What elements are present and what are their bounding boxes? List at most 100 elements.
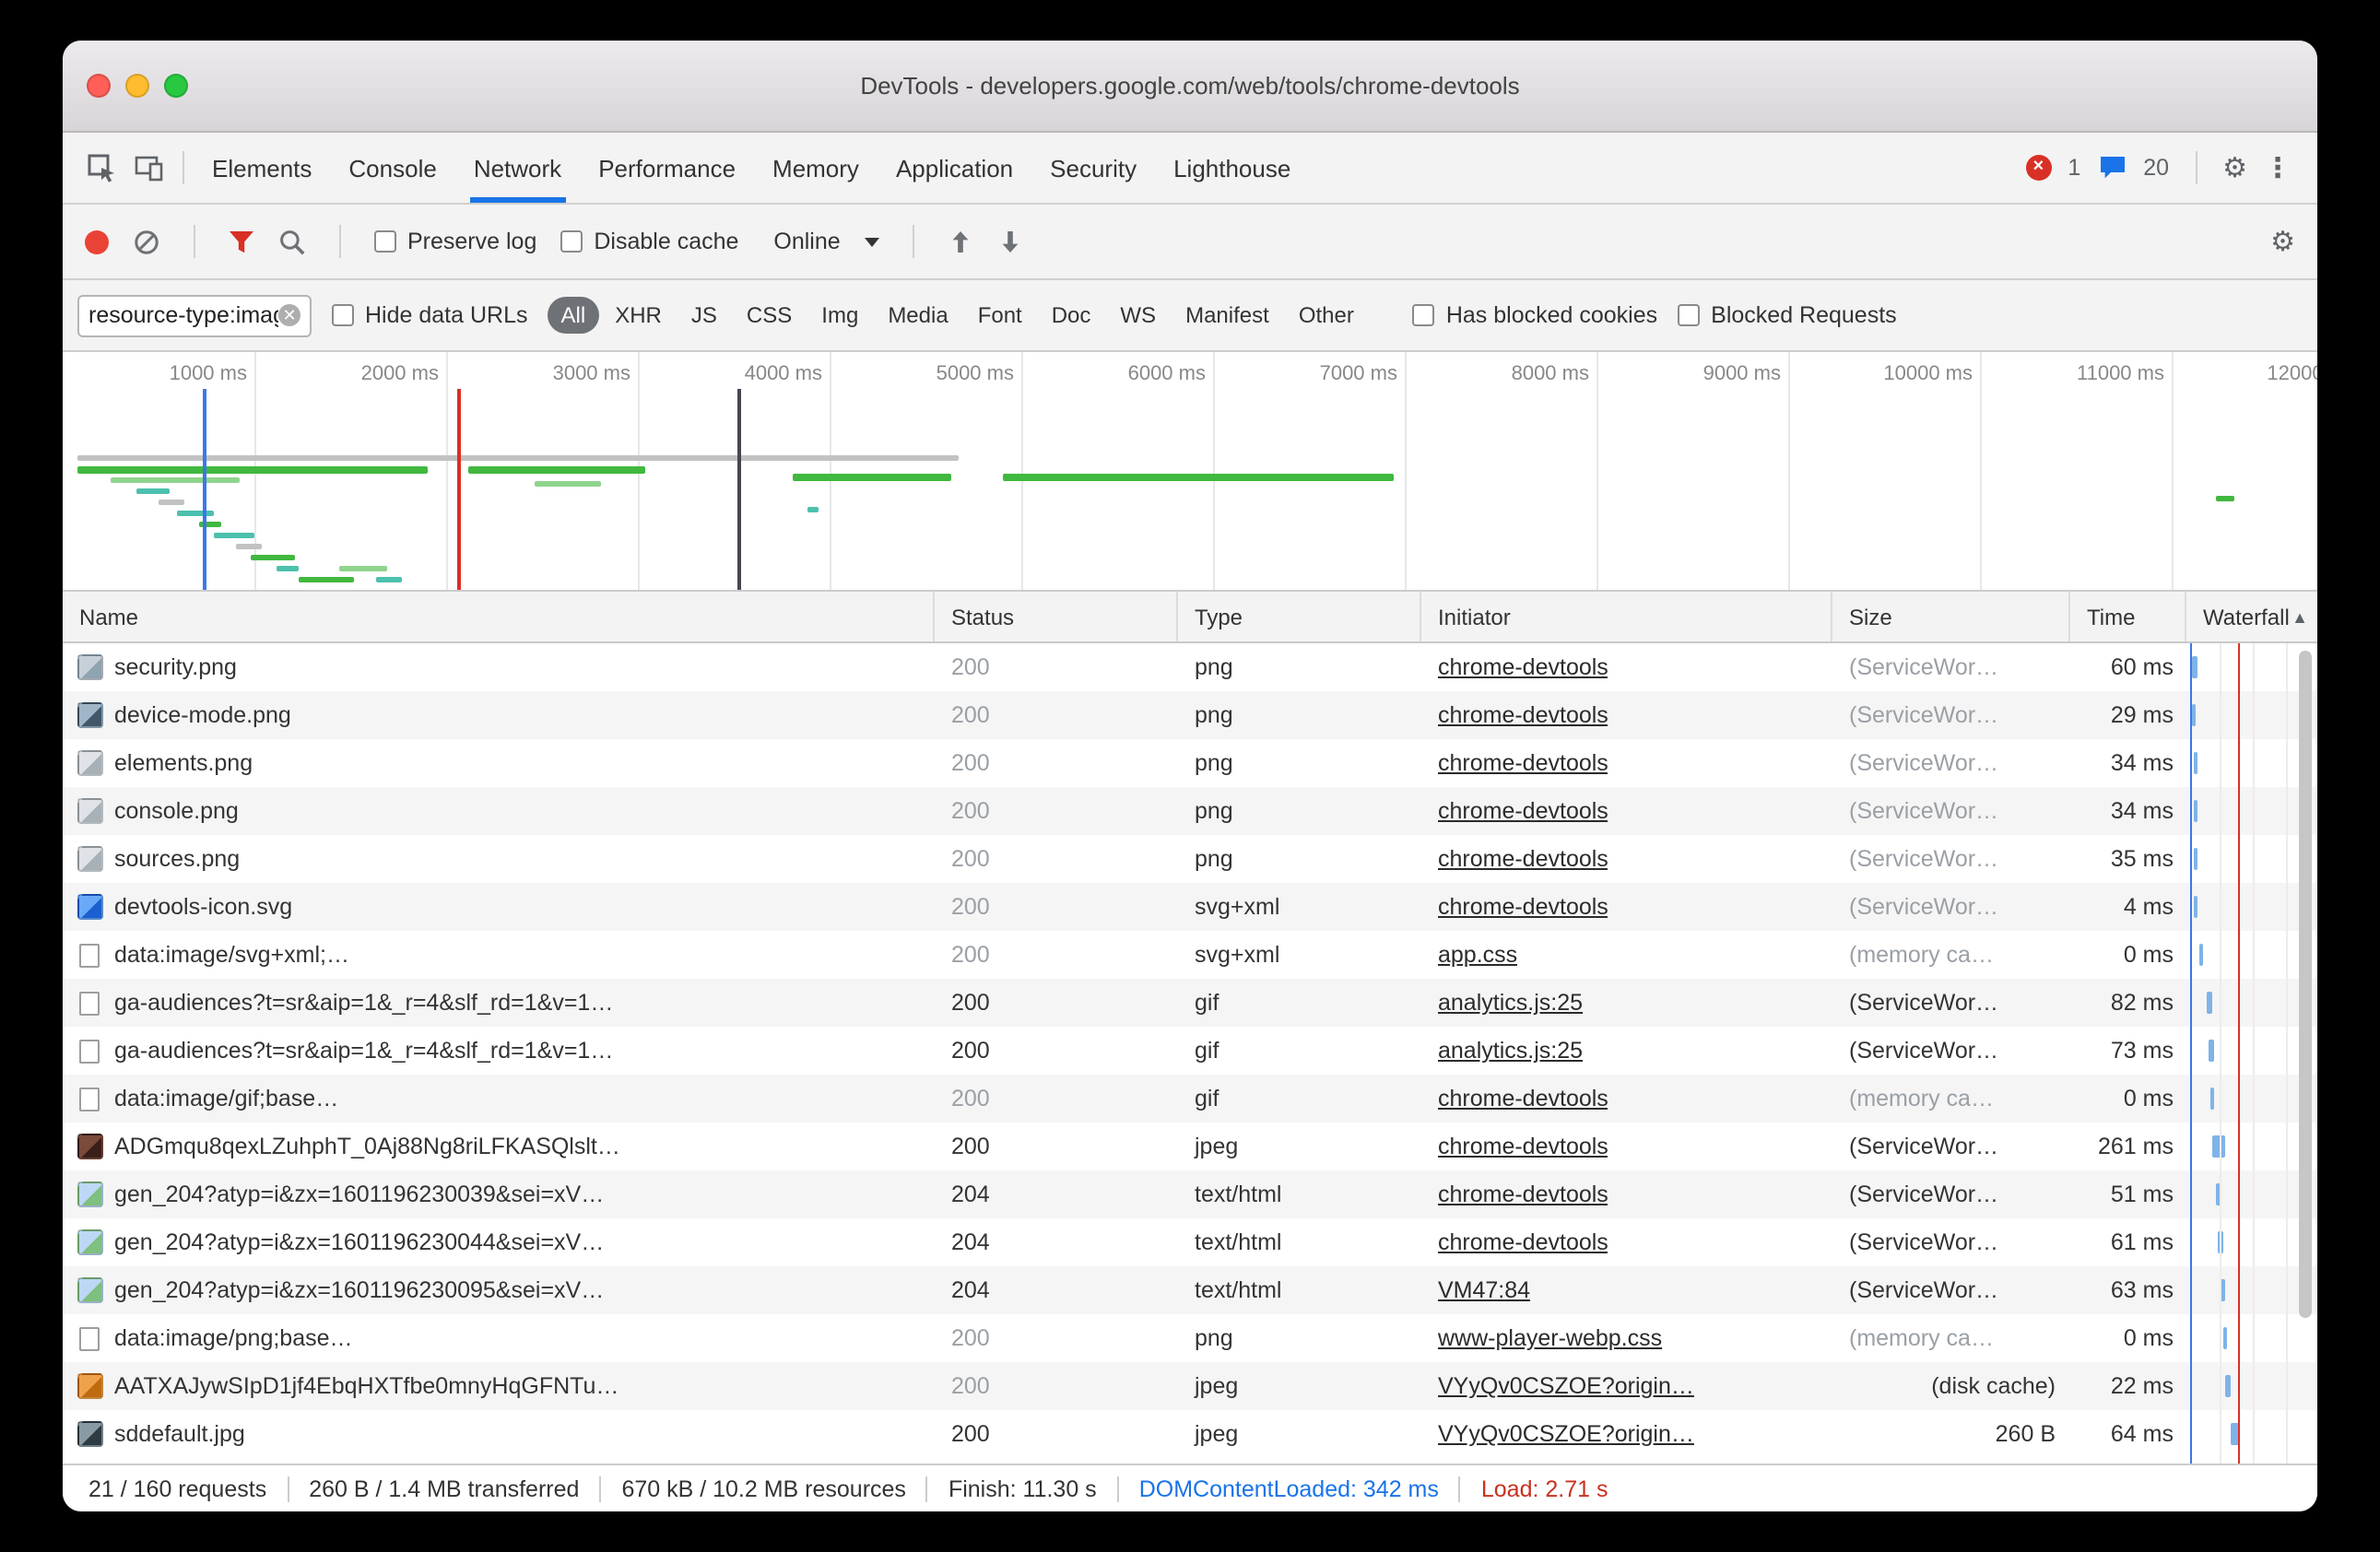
- table-row[interactable]: sources.png200pngchrome-devtools(Service…: [63, 835, 2317, 883]
- error-count[interactable]: 1: [2068, 155, 2080, 181]
- filter-pill-other[interactable]: Other: [1286, 297, 1367, 334]
- status-cell: 200: [935, 1123, 1178, 1170]
- table-row[interactable]: data:image/png;base…200pngwww-player-web…: [63, 1314, 2317, 1362]
- sort-arrow-icon: ▲: [2292, 607, 2308, 626]
- request-name: elements.png: [114, 750, 253, 776]
- has-blocked-cookies-checkbox[interactable]: [1413, 304, 1435, 326]
- search-icon[interactable]: [278, 228, 306, 255]
- issues-count[interactable]: 20: [2143, 155, 2169, 181]
- disable-cache-checkbox[interactable]: [560, 230, 583, 253]
- initiator-link[interactable]: chrome-devtools: [1438, 1134, 1608, 1159]
- error-badge-icon[interactable]: ×: [2025, 155, 2051, 181]
- table-row[interactable]: gen_204?atyp=i&zx=1601196230044&sei=xV…2…: [63, 1218, 2317, 1266]
- initiator-link[interactable]: www-player-webp.css: [1438, 1325, 1662, 1351]
- table-row[interactable]: devtools-icon.svg200svg+xmlchrome-devtoo…: [63, 883, 2317, 931]
- tab-performance[interactable]: Performance: [580, 133, 754, 203]
- traffic-lights: [87, 41, 188, 131]
- table-row[interactable]: elements.png200pngchrome-devtools(Servic…: [63, 739, 2317, 787]
- record-button[interactable]: [85, 229, 109, 253]
- initiator-link[interactable]: chrome-devtools: [1438, 1086, 1608, 1111]
- overview-resource-bar: [111, 477, 240, 483]
- export-har-icon[interactable]: [997, 229, 1023, 253]
- column-header-name[interactable]: Name: [63, 592, 935, 641]
- tab-console[interactable]: Console: [330, 133, 454, 203]
- vertical-scrollbar[interactable]: [2299, 651, 2312, 1318]
- initiator-link[interactable]: VM47:84: [1438, 1277, 1530, 1303]
- table-row[interactable]: data:image/svg+xml;…200svg+xmlapp.css(me…: [63, 931, 2317, 979]
- filter-pill-js[interactable]: JS: [678, 297, 730, 334]
- initiator-link[interactable]: chrome-devtools: [1438, 894, 1608, 920]
- issues-bubble-icon[interactable]: [2097, 155, 2127, 181]
- initiator-link[interactable]: chrome-devtools: [1438, 702, 1608, 728]
- column-header-type[interactable]: Type: [1178, 592, 1421, 641]
- clear-filter-icon[interactable]: ✕: [278, 304, 300, 326]
- tab-memory[interactable]: Memory: [754, 133, 878, 203]
- network-overview-timeline[interactable]: 1000 ms2000 ms3000 ms4000 ms5000 ms6000 …: [63, 352, 2317, 592]
- table-row[interactable]: AATXAJywSIpD1jf4EbqHXTfbe0mnyHqGFNTu…200…: [63, 1362, 2317, 1410]
- initiator-link[interactable]: chrome-devtools: [1438, 1182, 1608, 1207]
- filter-pill-doc[interactable]: Doc: [1039, 297, 1104, 334]
- table-row[interactable]: gen_204?atyp=i&zx=1601196230095&sei=xV…2…: [63, 1266, 2317, 1314]
- column-header-initiator[interactable]: Initiator: [1421, 592, 1832, 641]
- tab-elements[interactable]: Elements: [194, 133, 330, 203]
- table-row[interactable]: sddefault.jpg200jpegVYyQv0CSZOE?origin…2…: [63, 1410, 2317, 1458]
- initiator-link[interactable]: chrome-devtools: [1438, 798, 1608, 824]
- network-settings-gear-icon[interactable]: ⚙: [2270, 228, 2295, 255]
- tab-lighthouse[interactable]: Lighthouse: [1155, 133, 1309, 203]
- initiator-link[interactable]: chrome-devtools: [1438, 846, 1608, 872]
- table-row[interactable]: ga-audiences?t=sr&aip=1&_r=4&slf_rd=1&v=…: [63, 979, 2317, 1027]
- initiator-link[interactable]: VYyQv0CSZOE?origin…: [1438, 1421, 1694, 1447]
- overview-time-label: 8000 ms: [1386, 363, 1589, 385]
- initiator-link[interactable]: analytics.js:25: [1438, 1038, 1583, 1064]
- tab-security[interactable]: Security: [1031, 133, 1155, 203]
- request-name: sources.png: [114, 846, 240, 872]
- filter-pill-manifest[interactable]: Manifest: [1172, 297, 1282, 334]
- initiator-link[interactable]: chrome-devtools: [1438, 654, 1608, 680]
- type-cell: jpeg: [1178, 1123, 1421, 1170]
- name-cell: elements.png: [63, 739, 935, 787]
- zoom-button[interactable]: [164, 74, 188, 98]
- column-header-status[interactable]: Status: [935, 592, 1178, 641]
- preserve-log-checkbox[interactable]: [374, 230, 396, 253]
- initiator-link[interactable]: chrome-devtools: [1438, 750, 1608, 776]
- table-row[interactable]: console.png200pngchrome-devtools(Service…: [63, 787, 2317, 835]
- column-header-time[interactable]: Time: [2070, 592, 2186, 641]
- column-header-size[interactable]: Size: [1832, 592, 2070, 641]
- hide-data-urls-checkbox[interactable]: [332, 304, 354, 326]
- initiator-link[interactable]: app.css: [1438, 942, 1517, 968]
- settings-gear-icon[interactable]: ⚙: [2222, 154, 2247, 182]
- clear-button[interactable]: [133, 228, 160, 255]
- filter-icon[interactable]: [229, 229, 254, 253]
- waterfall-bar: [2199, 944, 2203, 966]
- time-cell: 82 ms: [2070, 979, 2186, 1027]
- waterfall-cell: [2186, 1314, 2317, 1362]
- close-button[interactable]: [87, 74, 111, 98]
- filter-pill-xhr[interactable]: XHR: [602, 297, 675, 334]
- device-toolbar-icon[interactable]: [125, 133, 173, 203]
- filter-pill-media[interactable]: Media: [875, 297, 960, 334]
- column-header-waterfall[interactable]: Waterfall▲: [2186, 592, 2317, 641]
- table-row[interactable]: data:image/gif;base…200gifchrome-devtool…: [63, 1075, 2317, 1123]
- tab-application[interactable]: Application: [878, 133, 1031, 203]
- initiator-link[interactable]: chrome-devtools: [1438, 1229, 1608, 1255]
- minimize-button[interactable]: [125, 74, 149, 98]
- tab-network[interactable]: Network: [455, 133, 580, 203]
- filter-pill-all[interactable]: All: [548, 297, 599, 334]
- table-row[interactable]: gen_204?atyp=i&zx=1601196230039&sei=xV…2…: [63, 1170, 2317, 1218]
- filter-pill-font[interactable]: Font: [965, 297, 1035, 334]
- table-row[interactable]: security.png200pngchrome-devtools(Servic…: [63, 643, 2317, 691]
- table-row[interactable]: ADGmqu8qexLZuhphT_0Aj88Ng8riLFKASQlslt…2…: [63, 1123, 2317, 1170]
- blocked-requests-checkbox[interactable]: [1678, 304, 1700, 326]
- initiator-link[interactable]: analytics.js:25: [1438, 990, 1583, 1016]
- table-row[interactable]: ga-audiences?t=sr&aip=1&_r=4&slf_rd=1&v=…: [63, 1027, 2317, 1075]
- throttling-dropdown[interactable]: Online: [773, 229, 878, 254]
- initiator-link[interactable]: VYyQv0CSZOE?origin…: [1438, 1373, 1694, 1399]
- filter-pill-ws[interactable]: WS: [1107, 297, 1169, 334]
- filter-pill-img[interactable]: Img: [808, 297, 871, 334]
- table-row[interactable]: device-mode.png200pngchrome-devtools(Ser…: [63, 691, 2317, 739]
- inspect-element-icon[interactable]: [77, 133, 125, 203]
- import-har-icon[interactable]: [948, 229, 973, 253]
- filter-pill-css[interactable]: CSS: [734, 297, 805, 334]
- kebab-menu-icon[interactable]: ⋮: [2264, 154, 2292, 182]
- network-filter-input[interactable]: [88, 302, 278, 328]
